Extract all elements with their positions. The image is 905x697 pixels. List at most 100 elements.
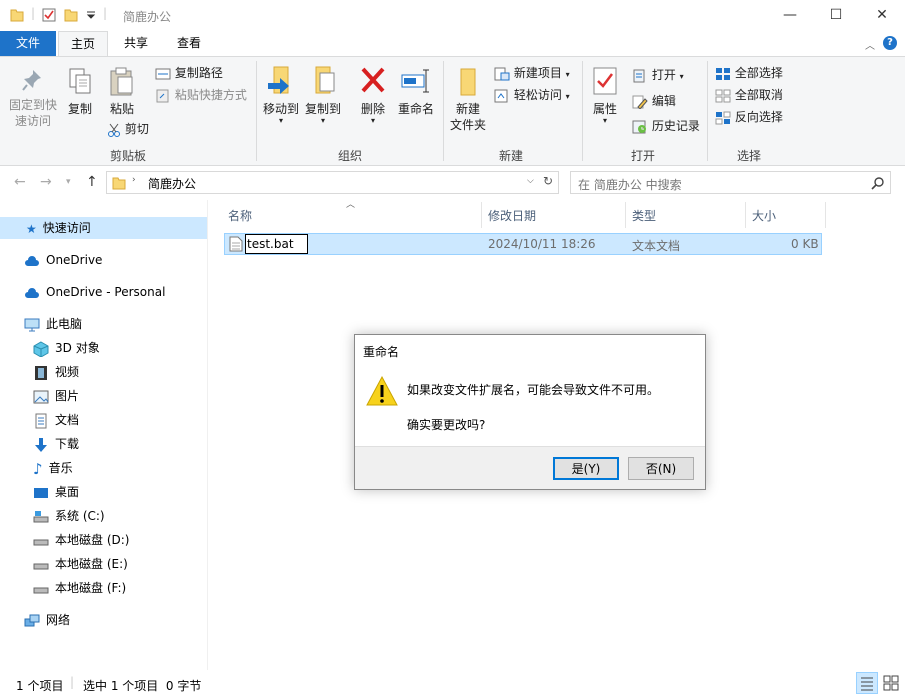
address-bar[interactable]: › 简鹿办公 ⌵ ↻ — [106, 171, 559, 194]
pin-quick-access-button[interactable]: 固定到快 速访问 — [4, 67, 62, 129]
column-separator[interactable] — [825, 202, 826, 228]
address-folder-icon — [112, 177, 126, 190]
edit-button[interactable]: 编辑 — [632, 93, 676, 109]
forward-arrow-icon[interactable]: → — [40, 174, 52, 190]
open-button[interactable]: 打开 ▾ — [632, 67, 684, 85]
rename-input[interactable]: test.bat — [245, 234, 308, 254]
close-button[interactable]: ✕ — [859, 0, 905, 31]
file-type: 文本文档 — [632, 239, 681, 253]
rename-button[interactable]: 重命名 — [395, 65, 437, 117]
tab-share[interactable]: 共享 — [112, 31, 160, 56]
nav-item-documents[interactable]: 文档 — [33, 409, 79, 431]
title-divider: | — [31, 6, 36, 20]
nav-item-pictures[interactable]: 图片 — [33, 385, 79, 407]
paste-button[interactable]: 粘贴 — [104, 67, 140, 117]
nav-item-label: OneDrive - Personal — [46, 285, 166, 299]
back-arrow-icon[interactable]: ← — [14, 174, 26, 190]
select-none-button[interactable]: 全部取消 — [715, 87, 783, 103]
copy-to-icon — [315, 66, 335, 94]
search-input[interactable]: 在 简鹿办公 中搜索 — [578, 176, 682, 193]
nav-item-onedrive[interactable]: OneDrive — [24, 249, 102, 271]
nav-item-network[interactable]: 网络 — [24, 609, 70, 631]
maximize-button[interactable]: ☐ — [813, 0, 859, 31]
selection-info: 选中 1 个项目 0 字节 — [83, 679, 202, 693]
copy-button[interactable]: 复制 — [63, 67, 97, 117]
paste-shortcut-label: 粘贴快捷方式 — [174, 88, 247, 102]
delete-button[interactable]: 删除 ▾ — [356, 65, 390, 125]
rename-icon — [401, 69, 429, 93]
breadcrumb-chevron-icon[interactable]: › — [132, 175, 136, 185]
new-folder-button[interactable]: 新建 文件夹 — [448, 65, 488, 133]
recent-locations-icon[interactable]: ▾ — [66, 177, 71, 187]
new-folder-quick-icon[interactable] — [64, 8, 78, 22]
open-label: 打开 — [651, 68, 676, 82]
delete-dropdown-icon: ▾ — [370, 116, 375, 125]
details-view-icon[interactable] — [856, 672, 878, 694]
breadcrumb-current[interactable]: 简鹿办公 — [148, 175, 196, 192]
nav-item-videos[interactable]: 视频 — [33, 361, 79, 383]
customize-quick-access-icon[interactable] — [86, 11, 96, 19]
nav-item-drive-d[interactable]: 本地磁盘 (D:) — [33, 529, 129, 551]
edit-label: 编辑 — [651, 94, 676, 108]
cube-3d-icon — [33, 340, 49, 357]
column-header-modified[interactable]: 修改日期 — [488, 207, 536, 224]
tab-home[interactable]: 主页 — [58, 31, 108, 56]
nav-item-desktop[interactable]: 桌面 — [33, 481, 79, 503]
cloud-icon — [25, 255, 39, 266]
ribbon: 固定到快 速访问 复制 粘贴 复制路径 粘贴快捷方式 剪切 剪贴板 移动到 ▾ … — [0, 56, 905, 166]
paste-icon — [110, 67, 133, 96]
select-group-label: 选择 — [736, 149, 761, 163]
copy-to-button[interactable]: 复制到 ▾ — [303, 65, 343, 125]
nav-item-drive-e[interactable]: 本地磁盘 (E:) — [33, 553, 128, 575]
up-arrow-icon[interactable]: ↑ — [86, 174, 98, 190]
music-note-icon: ♪ — [33, 459, 43, 478]
minimize-button[interactable]: — — [767, 0, 813, 31]
refresh-icon[interactable]: ↻ — [543, 174, 553, 188]
search-icon[interactable] — [871, 176, 885, 190]
open-dropdown-icon: ▾ — [679, 72, 684, 81]
address-dropdown-icon[interactable]: ⌵ — [527, 176, 534, 186]
dialog-title: 重命名 — [363, 345, 400, 359]
yes-button[interactable]: 是(Y) — [553, 457, 619, 480]
pin-label: 固定到快 速访问 — [8, 98, 57, 128]
paste-shortcut-button[interactable]: 粘贴快捷方式 — [155, 87, 247, 103]
column-header-name[interactable]: 名称 — [228, 207, 252, 224]
column-header-type[interactable]: 类型 — [632, 207, 656, 224]
column-separator[interactable] — [745, 202, 746, 228]
easy-access-button[interactable]: 轻松访问 ▾ — [494, 87, 570, 105]
select-all-label: 全部选择 — [734, 66, 783, 80]
invert-selection-button[interactable]: 反向选择 — [715, 109, 783, 125]
properties-button[interactable]: 属性 ▾ — [588, 65, 622, 125]
column-separator[interactable] — [481, 202, 482, 228]
help-icon[interactable]: ? — [883, 36, 897, 50]
column-header-size[interactable]: 大小 — [752, 207, 776, 224]
large-icons-view-icon[interactable] — [880, 672, 902, 694]
no-button[interactable]: 否(N) — [628, 457, 694, 480]
collapse-ribbon-icon[interactable]: ︿ — [865, 37, 875, 52]
nav-item-label: 图片 — [55, 389, 80, 403]
nav-item-drive-f[interactable]: 本地磁盘 (F:) — [33, 577, 126, 599]
computer-icon — [24, 318, 40, 331]
nav-item-downloads[interactable]: 下载 — [33, 433, 79, 455]
file-row[interactable]: test.bat 2024/10/11 18:26 文本文档 0 KB — [224, 233, 822, 255]
select-all-button[interactable]: 全部选择 — [715, 65, 783, 81]
nav-item-quick-access[interactable]: ★ 快速访问 — [0, 217, 207, 239]
column-separator[interactable] — [625, 202, 626, 228]
move-to-dropdown-icon: ▾ — [278, 116, 283, 125]
nav-item-3d-objects[interactable]: 3D 对象 — [33, 337, 100, 359]
nav-item-label: 快速访问 — [42, 221, 91, 235]
open-icon — [633, 69, 645, 82]
tab-view[interactable]: 查看 — [165, 31, 213, 56]
history-button[interactable]: 历史记录 — [632, 118, 700, 134]
nav-item-this-pc[interactable]: 此电脑 — [24, 313, 82, 335]
properties-check-icon[interactable] — [42, 8, 56, 22]
nav-item-drive-c[interactable]: 系统 (C:) — [33, 505, 105, 527]
new-item-button[interactable]: 新建项目 ▾ — [494, 65, 570, 83]
move-to-button[interactable]: 移动到 ▾ — [262, 65, 300, 125]
nav-item-music[interactable]: ♪ 音乐 — [33, 457, 73, 479]
nav-item-onedrive-personal[interactable]: OneDrive - Personal — [24, 281, 165, 303]
search-box[interactable]: 在 简鹿办公 中搜索 — [570, 171, 891, 194]
copy-path-button[interactable]: 复制路径 — [155, 65, 223, 81]
cut-button[interactable]: 剪切 — [107, 121, 149, 137]
tab-file[interactable]: 文件 — [0, 31, 56, 56]
